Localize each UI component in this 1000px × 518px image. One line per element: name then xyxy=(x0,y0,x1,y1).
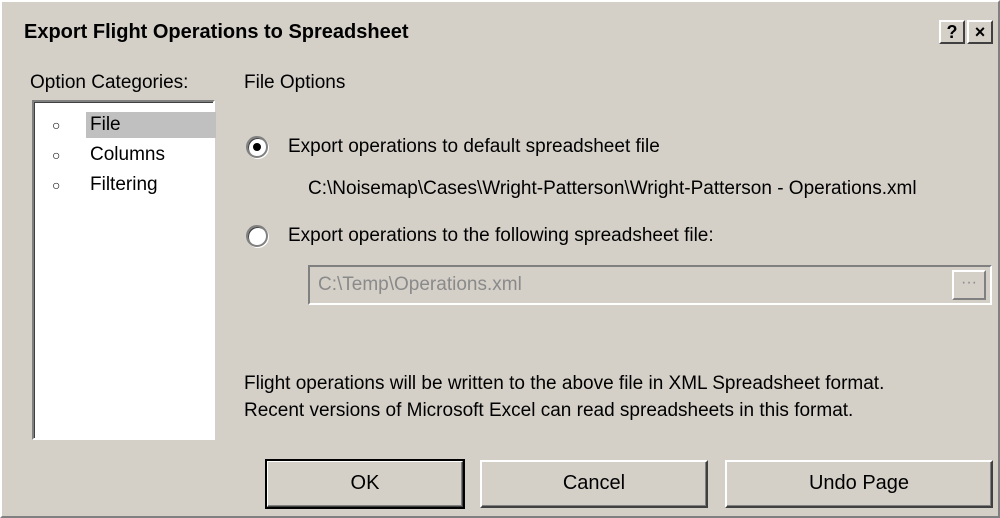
file-options-title: File Options xyxy=(244,72,346,93)
option-categories-list[interactable]: ○ File ○ Columns ○ Filtering xyxy=(32,100,216,440)
bullet-icon: ○ xyxy=(52,117,61,133)
default-file-radio[interactable] xyxy=(246,136,268,158)
custom-file-radio[interactable] xyxy=(246,225,268,247)
close-button[interactable]: × xyxy=(967,20,993,44)
ok-button[interactable]: OK xyxy=(265,459,465,509)
bullet-icon: ○ xyxy=(52,177,61,193)
help-button[interactable]: ? xyxy=(939,20,965,44)
cancel-button[interactable]: Cancel xyxy=(480,460,708,508)
default-file-label[interactable]: Export operations to default spreadsheet… xyxy=(288,136,660,158)
custom-file-label[interactable]: Export operations to the following sprea… xyxy=(288,225,714,247)
category-item-label: Columns xyxy=(90,144,165,165)
undo-page-button[interactable]: Undo Page xyxy=(725,460,993,508)
browse-button[interactable]: ··· xyxy=(952,270,986,300)
category-item-label: File xyxy=(86,112,216,138)
dialog-title: Export Flight Operations to Spreadsheet xyxy=(24,21,409,43)
info-text-line1: Flight operations will be written to the… xyxy=(244,373,885,394)
category-item-label: Filtering xyxy=(90,174,158,195)
export-dialog: Export Flight Operations to Spreadsheet … xyxy=(0,0,1000,518)
custom-file-path-input[interactable]: C:\Temp\Operations.xml xyxy=(308,265,992,305)
radio-selected-dot xyxy=(253,143,261,151)
default-file-path: C:\Noisemap\Cases\Wright-Patterson\Wrigh… xyxy=(308,178,917,199)
option-categories-label: Option Categories: xyxy=(30,72,189,93)
bullet-icon: ○ xyxy=(52,147,61,163)
title-bar: Export Flight Operations to Spreadsheet … xyxy=(4,4,998,60)
info-text-line2: Recent versions of Microsoft Excel can r… xyxy=(244,400,854,421)
